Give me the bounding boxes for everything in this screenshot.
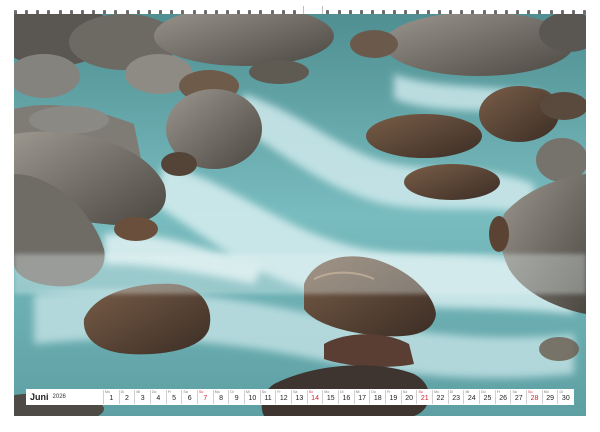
day-number: 30 bbox=[561, 394, 570, 402]
day-cell: Di 2 bbox=[118, 390, 135, 404]
weekday-label: Fr bbox=[277, 390, 281, 394]
weekday-label: Mi bbox=[355, 390, 360, 394]
day-cell: Fr 26 bbox=[494, 390, 511, 404]
weekday-label: Mo bbox=[543, 390, 549, 394]
day-cell: So 7 bbox=[197, 390, 213, 404]
day-cell: So 14 bbox=[306, 390, 323, 404]
weekday-label: Mo bbox=[214, 390, 220, 394]
day-cell: Do 25 bbox=[479, 390, 495, 404]
weekday-label: Do bbox=[261, 390, 267, 394]
weekday-label: So bbox=[308, 390, 314, 394]
day-cell: Mo 22 bbox=[432, 390, 448, 404]
day-cell: Sa 27 bbox=[510, 390, 526, 404]
day-number: 16 bbox=[342, 394, 351, 402]
month-name: Juni bbox=[30, 392, 49, 402]
weekday-label: Mo bbox=[324, 390, 330, 394]
calendar-strip: Juni 2026 Mo 1 Di 2 Mi 3 Do 4 Fr 5 Sa 6 So 7 Mo 8 Di 9 Mi 1… bbox=[26, 389, 574, 405]
weekday-label: Mi bbox=[136, 390, 141, 394]
weekday-label: Sa bbox=[402, 390, 408, 394]
weekday-label: Mo bbox=[434, 390, 439, 394]
river-photo bbox=[14, 14, 586, 416]
day-row: Mo 1 Di 2 Mi 3 Do 4 Fr 5 Sa 6 So 7 Mo 8 Di 9 Mi 10 Do 11 Fr 12 S… bbox=[103, 390, 573, 404]
day-cell: Mo 8 bbox=[212, 390, 229, 404]
day-cell: Do 18 bbox=[369, 390, 385, 404]
weekday-label: Fr bbox=[496, 390, 501, 394]
weekday-label: Di bbox=[120, 390, 124, 394]
day-cell: Fr 19 bbox=[385, 390, 401, 404]
day-cell: Do 11 bbox=[259, 390, 276, 404]
day-cell: Mo 29 bbox=[541, 390, 558, 404]
day-number: 9 bbox=[234, 394, 239, 402]
weekday-label: Sa bbox=[293, 390, 298, 394]
month-label: Juni 2026 bbox=[27, 390, 103, 404]
weekday-label: So bbox=[528, 390, 533, 394]
day-number: 6 bbox=[187, 394, 192, 402]
weekday-label: Di bbox=[559, 390, 563, 394]
day-cell: Do 4 bbox=[150, 390, 166, 404]
river-photo-art bbox=[14, 14, 586, 416]
weekday-label: Do bbox=[152, 390, 157, 394]
day-number: 19 bbox=[389, 394, 398, 402]
day-cell: Mo 15 bbox=[322, 390, 338, 404]
day-cell: Di 23 bbox=[447, 390, 464, 404]
weekday-label: Sa bbox=[183, 390, 188, 394]
year-label: 2026 bbox=[52, 394, 66, 400]
weekday-label: Di bbox=[449, 390, 454, 394]
weekday-label: Do bbox=[371, 390, 376, 394]
weekday-label: So bbox=[418, 390, 423, 394]
day-cell: Fr 5 bbox=[165, 390, 182, 404]
day-number: 3 bbox=[140, 394, 145, 402]
day-cell: Mi 3 bbox=[134, 390, 150, 404]
day-cell: Fr 12 bbox=[275, 390, 291, 404]
weekday-label: Do bbox=[481, 390, 486, 394]
weekday-label: Di bbox=[340, 390, 344, 394]
weekday-label: Mo bbox=[105, 390, 110, 394]
day-number: 2 bbox=[125, 394, 129, 402]
weekday-label: So bbox=[199, 390, 204, 394]
day-number: 26 bbox=[499, 394, 508, 402]
day-cell: Di 30 bbox=[557, 390, 573, 404]
weekday-label: Fr bbox=[387, 390, 391, 394]
day-cell: Mi 10 bbox=[244, 390, 260, 404]
calendar-page: Juni 2026 Mo 1 Di 2 Mi 3 Do 4 Fr 5 Sa 6 So 7 Mo 8 Di 9 Mi 1… bbox=[0, 0, 600, 432]
day-number: 5 bbox=[172, 394, 176, 402]
day-cell: Sa 6 bbox=[181, 390, 197, 404]
day-cell: So 28 bbox=[526, 390, 542, 404]
day-cell: Mi 24 bbox=[463, 390, 479, 404]
weekday-label: Fr bbox=[167, 390, 171, 394]
day-cell: So 21 bbox=[416, 390, 432, 404]
day-cell: Sa 13 bbox=[291, 390, 307, 404]
weekday-label: Mi bbox=[465, 390, 470, 394]
day-cell: Mi 17 bbox=[353, 390, 370, 404]
day-number: 23 bbox=[452, 394, 461, 402]
weekday-label: Di bbox=[230, 390, 234, 394]
day-cell: Di 16 bbox=[338, 390, 354, 404]
day-cell: Mo 1 bbox=[103, 390, 119, 404]
day-number: 7 bbox=[203, 394, 208, 402]
day-cell: Sa 20 bbox=[400, 390, 417, 404]
day-cell: Di 9 bbox=[228, 390, 244, 404]
weekday-label: Sa bbox=[512, 390, 517, 394]
weekday-label: Mi bbox=[246, 390, 250, 394]
